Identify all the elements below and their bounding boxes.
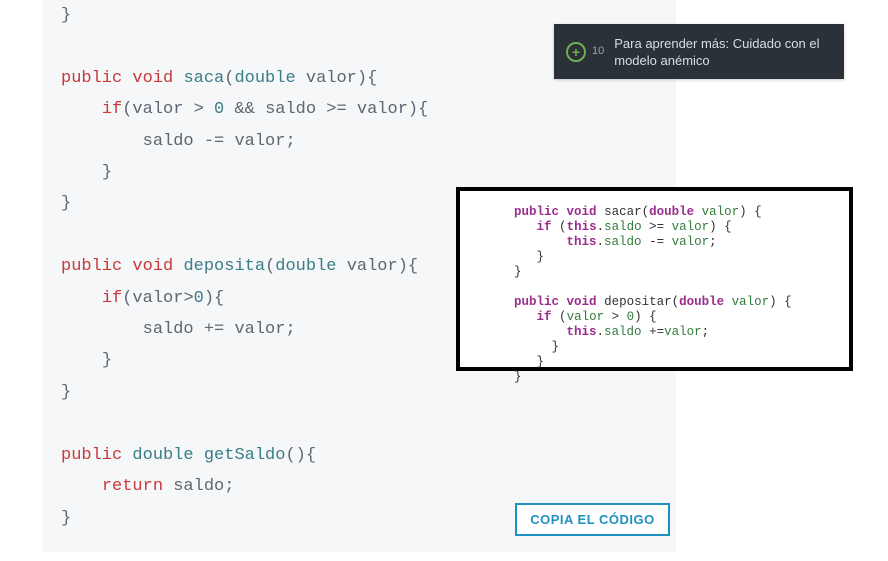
learn-more-card[interactable]: + 10 Para aprender más: Cuidado con el m…	[554, 24, 844, 79]
plus-circle-icon: +	[566, 42, 586, 62]
code-snippet-box: public void sacar(double valor) { if (th…	[456, 187, 853, 371]
copy-code-button[interactable]: COPIA EL CÓDIGO	[515, 503, 670, 536]
learn-more-text: Para aprender más: Cuidado con el modelo…	[614, 35, 832, 69]
copy-code-label: COPIA EL CÓDIGO	[530, 512, 655, 527]
learn-more-count: 10	[592, 43, 604, 60]
snippet-code-block: public void sacar(double valor) { if (th…	[514, 205, 839, 385]
